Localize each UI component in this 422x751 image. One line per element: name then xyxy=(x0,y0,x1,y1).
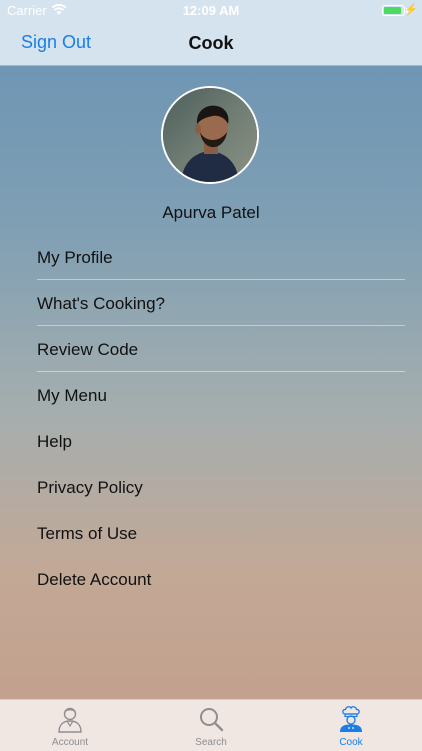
menu-item-label: What's Cooking? xyxy=(37,294,165,313)
charging-icon: ⚡ xyxy=(404,4,418,16)
chef-icon xyxy=(340,706,362,732)
menu-item-label: Review Code xyxy=(37,340,139,359)
menu-item-label: My Menu xyxy=(37,386,107,405)
person-icon xyxy=(58,707,82,733)
status-bar: Carrier 12:09 AM ⚡ xyxy=(0,0,422,22)
menu-item-review-code[interactable]: Review Code xyxy=(37,326,405,372)
user-photo-icon xyxy=(163,88,257,182)
menu-item-label: Terms of Use xyxy=(37,524,138,543)
profile-name: Apurva Patel xyxy=(162,203,260,222)
menu-item-my-profile[interactable]: My Profile xyxy=(37,234,405,280)
menu-item-label: Help xyxy=(37,432,72,451)
menu-item-label: Privacy Policy xyxy=(37,478,143,497)
tab-cook[interactable]: Cook xyxy=(281,700,421,751)
menu-item-my-menu[interactable]: My Menu xyxy=(37,372,405,418)
menu-item-label: My Profile xyxy=(37,248,113,267)
battery-icon xyxy=(382,5,405,16)
status-time: 12:09 AM xyxy=(182,3,240,18)
menu-item-delete-account[interactable]: Delete Account xyxy=(37,556,405,602)
menu-item-terms-of-use[interactable]: Terms of Use xyxy=(37,510,405,556)
settings-menu: My Profile What's Cooking? Review Code M… xyxy=(37,234,405,602)
tab-account[interactable]: Account xyxy=(0,700,140,751)
tab-bar: Account Search Cook xyxy=(0,699,422,751)
tab-label: Search xyxy=(195,737,227,748)
profile-menu-panel: Apurva Patel My Profile What's Cooking? … xyxy=(0,66,422,699)
menu-item-whats-cooking[interactable]: What's Cooking? xyxy=(37,280,405,326)
search-icon xyxy=(200,708,224,732)
page-title: Cook xyxy=(188,33,234,53)
navigation-bar: Sign Out Cook xyxy=(0,22,422,66)
tab-label: Account xyxy=(51,737,89,748)
menu-item-help[interactable]: Help xyxy=(37,418,405,464)
menu-item-label: Delete Account xyxy=(37,570,152,589)
tab-search[interactable]: Search xyxy=(141,700,281,751)
avatar[interactable] xyxy=(161,86,259,184)
tab-label: Cook xyxy=(339,737,363,748)
menu-item-privacy-policy[interactable]: Privacy Policy xyxy=(37,464,405,510)
